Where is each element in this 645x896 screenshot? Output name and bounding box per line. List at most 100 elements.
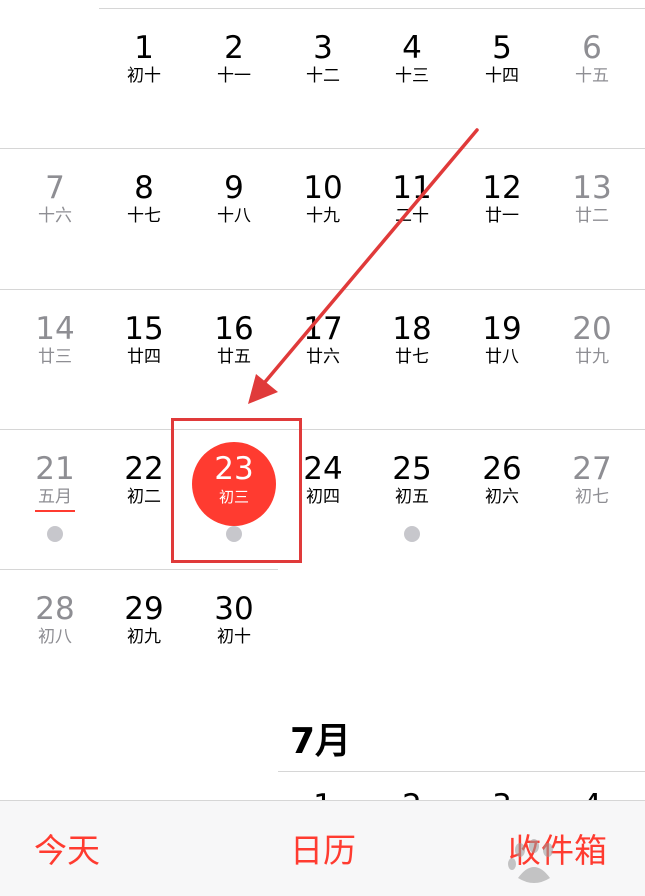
day-number: 24 [303, 451, 343, 487]
day-number: 11 [392, 170, 432, 206]
lunar-date: 廿三 [38, 347, 72, 367]
day-cell[interactable]: 14 廿三 [10, 289, 100, 429]
day-number: 12 [482, 170, 522, 206]
lunar-date: 廿二 [575, 206, 609, 226]
day-number: 19 [482, 311, 522, 347]
day-cell[interactable]: 2 十一 [189, 8, 279, 148]
lunar-date: 十七 [127, 206, 161, 226]
day-cell[interactable]: 30 初十 [189, 569, 279, 709]
day-number: 5 [492, 30, 512, 66]
calendars-button[interactable]: 日历 [290, 831, 356, 871]
day-cell[interactable]: 28 初八 [10, 569, 100, 709]
day-cell[interactable]: 4 十三 [367, 8, 457, 148]
lunar-date: 廿九 [575, 347, 609, 367]
day-cell[interactable]: 18 廿七 [367, 289, 457, 429]
lunar-date: 十二 [306, 66, 340, 86]
lunar-date: 初二 [127, 487, 161, 507]
day-number: 29 [124, 591, 164, 627]
day-number: 15 [124, 311, 164, 347]
day-number: 2 [224, 30, 244, 66]
calendar-month-view[interactable]: 1 初十 2 十一 3 十二 4 十三 5 十四 6 十五 7 十六 8 十七 9 十八 10 十九 11 二十 12 廿一 1… [0, 0, 645, 800]
week-separator [278, 771, 645, 772]
day-number: 27 [572, 451, 612, 487]
day-cell[interactable]: 10 十九 [278, 148, 368, 288]
day-cell[interactable]: 7 十六 [10, 148, 100, 288]
lunar-date: 初四 [306, 487, 340, 507]
day-cell[interactable]: 9 十八 [189, 148, 279, 288]
day-cell[interactable]: 12 廿一 [457, 148, 547, 288]
event-dot-icon [404, 526, 420, 542]
day-number: 10 [303, 170, 343, 206]
day-number: 6 [582, 30, 602, 66]
next-month-title: 7月 [290, 721, 352, 762]
day-cell[interactable]: 17 廿六 [278, 289, 368, 429]
day-number: 8 [134, 170, 154, 206]
lunar-month-underline [35, 510, 75, 512]
lunar-date: 初七 [575, 487, 609, 507]
day-cell[interactable]: 11 二十 [367, 148, 457, 288]
day-cell[interactable]: 25 初五 [367, 429, 457, 569]
day-number: 13 [572, 170, 612, 206]
lunar-date: 初六 [485, 487, 519, 507]
day-cell[interactable]: 6 十五 [547, 8, 637, 148]
lunar-date: 廿七 [395, 347, 429, 367]
next-month-day-number[interactable]: 1 [278, 788, 368, 800]
lunar-date: 十六 [38, 206, 72, 226]
next-month-day-number[interactable]: 3 [457, 788, 547, 800]
day-number: 14 [35, 311, 75, 347]
day-cell[interactable]: 16 廿五 [189, 289, 279, 429]
lunar-date: 五月 [38, 487, 72, 507]
lunar-date: 廿五 [217, 347, 251, 367]
event-dot-icon [47, 526, 63, 542]
lunar-date: 十三 [395, 66, 429, 86]
day-cell[interactable]: 21 五月 [10, 429, 100, 569]
lunar-date: 初十 [217, 627, 251, 647]
lunar-date: 廿一 [485, 206, 519, 226]
day-cell[interactable]: 20 廿九 [547, 289, 637, 429]
day-number: 22 [124, 451, 164, 487]
bottom-toolbar: 今天 日历 收件箱 [0, 800, 645, 896]
day-cell[interactable]: 13 廿二 [547, 148, 637, 288]
day-number: 25 [392, 451, 432, 487]
inbox-button[interactable]: 收件箱 [508, 831, 607, 871]
day-number: 26 [482, 451, 522, 487]
day-number: 4 [402, 30, 422, 66]
lunar-date: 十九 [306, 206, 340, 226]
day-cell[interactable]: 19 廿八 [457, 289, 547, 429]
day-number: 18 [392, 311, 432, 347]
lunar-date: 廿六 [306, 347, 340, 367]
lunar-date: 初十 [127, 66, 161, 86]
today-button[interactable]: 今天 [34, 831, 100, 871]
lunar-date: 初九 [127, 627, 161, 647]
annotation-highlight-box [171, 418, 302, 563]
day-number: 7 [45, 170, 65, 206]
day-cell[interactable]: 8 十七 [99, 148, 189, 288]
day-number: 28 [35, 591, 75, 627]
lunar-date: 初八 [38, 627, 72, 647]
day-number: 21 [35, 451, 75, 487]
lunar-date: 十五 [575, 66, 609, 86]
day-number: 16 [214, 311, 254, 347]
lunar-date: 二十 [395, 206, 429, 226]
lunar-date: 十八 [217, 206, 251, 226]
day-number: 9 [224, 170, 244, 206]
day-cell[interactable]: 27 初七 [547, 429, 637, 569]
day-number: 20 [572, 311, 612, 347]
day-cell[interactable]: 3 十二 [278, 8, 368, 148]
day-number: 30 [214, 591, 254, 627]
day-cell[interactable]: 1 初十 [99, 8, 189, 148]
lunar-date: 廿八 [485, 347, 519, 367]
lunar-date: 廿四 [127, 347, 161, 367]
day-cell[interactable]: 5 十四 [457, 8, 547, 148]
day-cell[interactable]: 15 廿四 [99, 289, 189, 429]
lunar-date: 初五 [395, 487, 429, 507]
next-month-day-number[interactable]: 4 [547, 788, 637, 800]
day-cell[interactable]: 29 初九 [99, 569, 189, 709]
lunar-date: 十一 [217, 66, 251, 86]
lunar-date: 十四 [485, 66, 519, 86]
day-number: 3 [313, 30, 333, 66]
day-cell[interactable]: 26 初六 [457, 429, 547, 569]
day-number: 17 [303, 311, 343, 347]
next-month-day-number[interactable]: 2 [367, 788, 457, 800]
day-number: 1 [134, 30, 154, 66]
